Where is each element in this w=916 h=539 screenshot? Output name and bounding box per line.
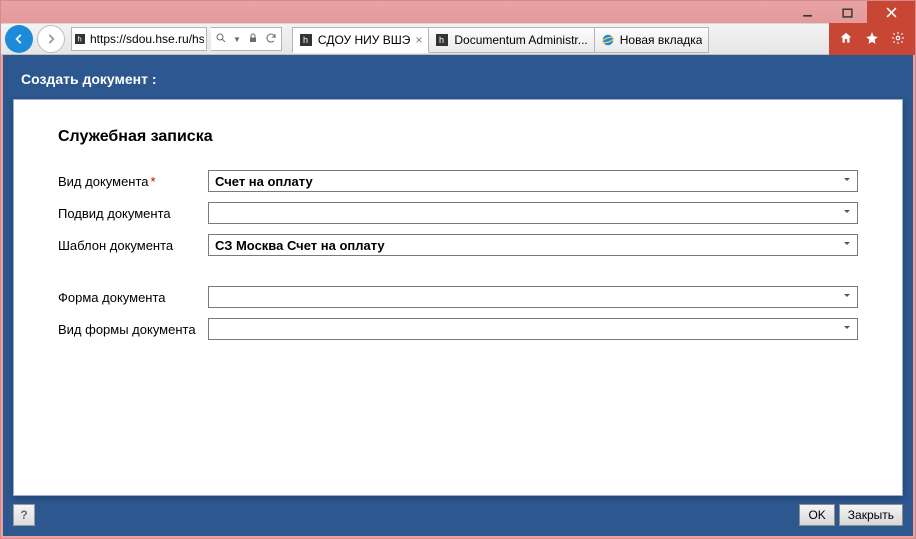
site-favicon-icon: h bbox=[72, 33, 88, 45]
svg-text:h: h bbox=[78, 35, 82, 44]
dropdown-icon[interactable]: ▼ bbox=[233, 35, 241, 44]
doc-form-type-select[interactable] bbox=[208, 318, 858, 340]
window-close-button[interactable] bbox=[867, 1, 915, 23]
tab-close-icon[interactable]: × bbox=[415, 33, 422, 47]
window-titlebar bbox=[1, 1, 915, 23]
ie-icon bbox=[601, 33, 615, 47]
field-doc-form: Форма документа bbox=[58, 286, 858, 308]
tab-label: Новая вкладка bbox=[620, 33, 703, 47]
tab-strip: h СДОУ НИУ ВШЭ × h Documentum Administr.… bbox=[292, 25, 825, 53]
tab-label: Documentum Administr... bbox=[454, 33, 587, 47]
tab-favicon-icon: h bbox=[435, 33, 449, 47]
favorites-icon[interactable] bbox=[865, 31, 879, 48]
nav-forward-button[interactable] bbox=[37, 25, 65, 53]
home-icon[interactable] bbox=[839, 31, 853, 48]
field-doc-template: Шаблон документа СЗ Москва Счет на оплат… bbox=[58, 234, 858, 256]
field-label: Вид документа* bbox=[58, 174, 208, 189]
nav-back-button[interactable] bbox=[5, 25, 33, 53]
doc-form-select[interactable] bbox=[208, 286, 858, 308]
lock-icon bbox=[247, 32, 259, 47]
url-input[interactable] bbox=[88, 29, 206, 49]
tab-favicon-icon: h bbox=[299, 33, 313, 47]
doc-type-select[interactable]: Счет на оплату bbox=[208, 170, 858, 192]
window-maximize-button[interactable] bbox=[827, 1, 867, 23]
doc-subtype-select[interactable] bbox=[208, 202, 858, 224]
form-panel: Служебная записка Вид документа* Счет на… bbox=[13, 99, 903, 496]
tab-1[interactable]: h Documentum Administr... bbox=[428, 27, 594, 53]
field-label: Подвид документа bbox=[58, 206, 208, 221]
tools-icon[interactable] bbox=[891, 31, 905, 48]
field-label: Шаблон документа bbox=[58, 238, 208, 253]
page-title: Создать документ : bbox=[13, 65, 903, 99]
refresh-icon[interactable] bbox=[265, 32, 277, 47]
select-value: Счет на оплату bbox=[215, 174, 313, 189]
required-marker: * bbox=[151, 174, 156, 189]
chevron-down-icon bbox=[841, 290, 853, 305]
footer-right: OK Закрыть bbox=[799, 504, 903, 526]
tab-0[interactable]: h СДОУ НИУ ВШЭ × bbox=[292, 27, 429, 53]
window-minimize-button[interactable] bbox=[787, 1, 827, 23]
help-button[interactable]: ? bbox=[13, 504, 35, 526]
field-doc-type: Вид документа* Счет на оплату bbox=[58, 170, 858, 192]
page-content: Создать документ : Служебная записка Вид… bbox=[1, 55, 915, 538]
close-button[interactable]: Закрыть bbox=[839, 504, 903, 526]
command-bar bbox=[829, 23, 915, 55]
chevron-down-icon bbox=[841, 206, 853, 221]
field-label: Вид формы документа bbox=[58, 322, 208, 337]
svg-text:h: h bbox=[303, 35, 308, 45]
browser-toolbar: h ▼ h СДОУ НИУ ВШЭ × bbox=[1, 23, 915, 55]
chevron-down-icon bbox=[841, 322, 853, 337]
address-controls: ▼ bbox=[211, 27, 282, 51]
ok-button[interactable]: OK bbox=[799, 504, 834, 526]
chevron-down-icon bbox=[841, 238, 853, 253]
field-doc-form-type: Вид формы документа bbox=[58, 318, 858, 340]
doc-template-select[interactable]: СЗ Москва Счет на оплату bbox=[208, 234, 858, 256]
field-doc-subtype: Подвид документа bbox=[58, 202, 858, 224]
search-icon[interactable] bbox=[215, 32, 227, 47]
label-text: Вид документа bbox=[58, 174, 149, 189]
address-bar[interactable]: h bbox=[71, 27, 207, 51]
form-heading: Служебная записка bbox=[58, 128, 858, 146]
tab-label: СДОУ НИУ ВШЭ bbox=[318, 33, 410, 47]
ie-window: h ▼ h СДОУ НИУ ВШЭ × bbox=[0, 0, 916, 539]
tab-2[interactable]: Новая вкладка bbox=[594, 27, 710, 53]
chevron-down-icon bbox=[841, 174, 853, 189]
dialog-footer: ? OK Закрыть bbox=[13, 496, 903, 526]
field-label: Форма документа bbox=[58, 290, 208, 305]
select-value: СЗ Москва Счет на оплату bbox=[215, 238, 385, 253]
svg-text:h: h bbox=[439, 35, 444, 45]
